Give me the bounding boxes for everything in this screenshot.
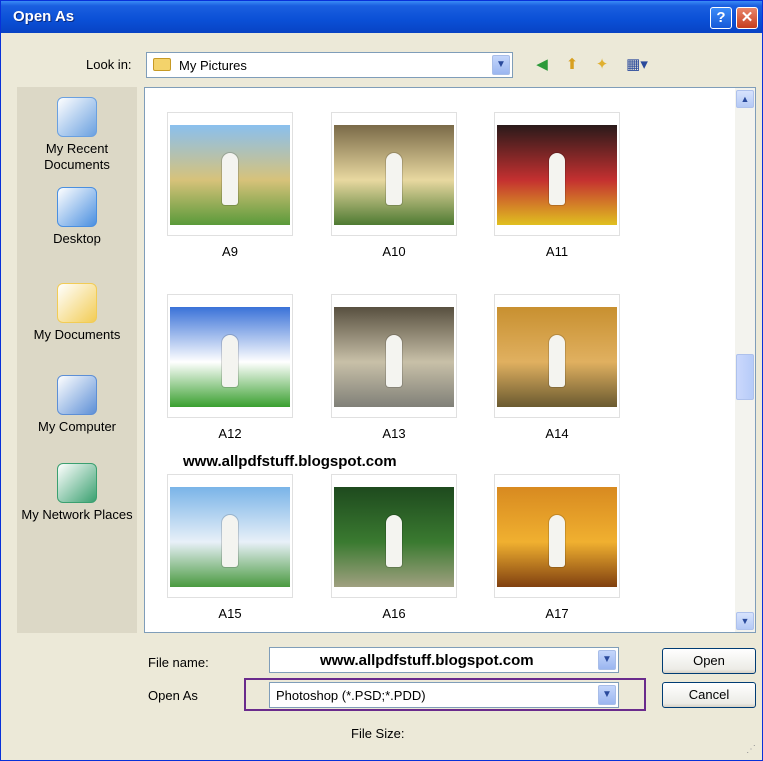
place-label: My Documents xyxy=(33,327,121,342)
open-as-highlight xyxy=(244,678,646,711)
place-recent-documents[interactable]: My Recent Documents xyxy=(17,97,137,173)
thumbnail-frame xyxy=(494,294,620,418)
place-label: My Computer xyxy=(37,419,117,434)
place-network-places[interactable]: My Network Places xyxy=(17,463,137,523)
place-my-computer[interactable]: My Computer xyxy=(17,375,137,435)
look-in-dropdown[interactable]: My Pictures ▼ xyxy=(146,52,513,78)
place-desktop[interactable]: Desktop xyxy=(17,187,137,247)
person-figure xyxy=(386,515,402,567)
place-label: My Network Places xyxy=(21,507,133,522)
file-thumbnail[interactable]: A16 xyxy=(331,474,457,621)
file-name-label: A12 xyxy=(218,426,242,441)
scroll-down-icon[interactable]: ▼ xyxy=(736,612,754,630)
desktop-icon xyxy=(57,187,97,227)
network-places-icon xyxy=(57,463,97,503)
thumbnail-image xyxy=(497,307,617,407)
thumbnail-image xyxy=(170,307,290,407)
scroll-thumb[interactable] xyxy=(736,354,754,400)
title-bar[interactable]: Open As ? ✕ xyxy=(1,1,762,33)
watermark-text: www.allpdfstuff.blogspot.com xyxy=(183,453,397,470)
resize-grip-icon[interactable]: ⋰ xyxy=(746,744,758,756)
thumbnail-frame xyxy=(167,112,293,236)
file-name-label: A14 xyxy=(545,426,569,441)
person-figure xyxy=(222,153,238,205)
person-figure xyxy=(386,335,402,387)
thumbnail-image xyxy=(497,125,617,225)
person-figure xyxy=(386,153,402,205)
thumbnail-image xyxy=(170,487,290,587)
thumbnail-frame xyxy=(167,294,293,418)
file-thumbnail[interactable]: A13 xyxy=(331,294,457,441)
file-name-label: A9 xyxy=(222,244,238,259)
place-my-documents[interactable]: My Documents xyxy=(17,283,137,343)
back-icon[interactable]: ◀ xyxy=(531,54,553,76)
file-thumbnail[interactable]: A17 xyxy=(494,474,620,621)
thumbnail-frame xyxy=(331,294,457,418)
file-name-input[interactable]: www.allpdfstuff.blogspot.com ▼ xyxy=(269,647,619,673)
thumbnail-image xyxy=(334,307,454,407)
my-computer-icon xyxy=(57,375,97,415)
chevron-down-icon[interactable]: ▼ xyxy=(492,55,510,75)
thumbnail-frame xyxy=(494,112,620,236)
recent-documents-icon xyxy=(57,97,97,137)
my-documents-icon xyxy=(57,283,97,323)
person-figure xyxy=(549,335,565,387)
thumbnail-image xyxy=(334,487,454,587)
look-in-label: Look in: xyxy=(86,57,132,72)
open-button[interactable]: Open xyxy=(662,648,756,674)
file-name-label: A11 xyxy=(545,244,569,259)
open-as-label: Open As xyxy=(148,688,198,703)
dialog-title: Open As xyxy=(13,8,75,25)
file-name-label: A16 xyxy=(382,606,406,621)
chevron-down-icon[interactable]: ▼ xyxy=(598,650,616,670)
file-name-label: File name: xyxy=(148,655,209,670)
thumbnail-frame xyxy=(331,112,457,236)
views-menu-icon[interactable]: ▦▾ xyxy=(621,54,653,76)
help-button[interactable]: ? xyxy=(710,7,732,29)
place-label: My Recent Documents xyxy=(44,141,110,172)
file-name-label: A17 xyxy=(545,606,569,621)
file-thumbnail[interactable]: A10 xyxy=(331,112,457,259)
thumbnail-frame xyxy=(167,474,293,598)
places-bar: My Recent Documents Desktop My Documents My… xyxy=(17,87,137,633)
person-figure xyxy=(549,153,565,205)
thumbnail-frame xyxy=(494,474,620,598)
file-size-label: File Size: xyxy=(351,726,405,741)
place-label: Desktop xyxy=(53,231,101,246)
cancel-button[interactable]: Cancel xyxy=(662,682,756,708)
up-folder-icon[interactable]: ⬆ xyxy=(561,54,583,76)
person-figure xyxy=(222,335,238,387)
file-thumbnail[interactable]: A12 xyxy=(167,294,293,441)
thumbnail-image xyxy=(334,125,454,225)
thumbnail-image xyxy=(497,487,617,587)
file-name-value: www.allpdfstuff.blogspot.com xyxy=(320,652,534,669)
file-list[interactable]: ▲ ▼ A9 A10 A11 A12 A13 A14 A15 A16 A17 xyxy=(144,87,756,633)
scroll-up-icon[interactable]: ▲ xyxy=(736,90,754,108)
thumbnail-image xyxy=(170,125,290,225)
look-in-value: My Pictures xyxy=(179,58,247,73)
file-name-label: A13 xyxy=(382,426,406,441)
file-thumbnail[interactable]: A9 xyxy=(167,112,293,259)
open-as-dialog: Open As ? ✕ Look in: My Pictures ▼ ◀ ⬆ ✦… xyxy=(0,0,763,761)
new-folder-icon[interactable]: ✦ xyxy=(591,54,613,76)
thumbnail-frame xyxy=(331,474,457,598)
file-thumbnail[interactable]: A11 xyxy=(494,112,620,259)
file-thumbnail[interactable]: A15 xyxy=(167,474,293,621)
person-figure xyxy=(549,515,565,567)
close-button[interactable]: ✕ xyxy=(736,7,758,29)
file-thumbnail[interactable]: A14 xyxy=(494,294,620,441)
person-figure xyxy=(222,515,238,567)
file-name-label: A10 xyxy=(382,244,406,259)
folder-icon xyxy=(153,58,171,71)
file-name-label: A15 xyxy=(218,606,242,621)
vertical-scrollbar[interactable]: ▲ ▼ xyxy=(735,88,755,632)
